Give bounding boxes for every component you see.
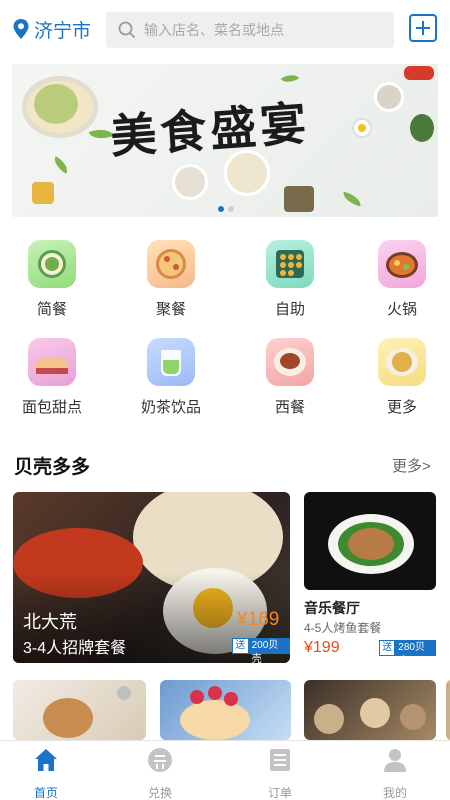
dessert-box-image: [284, 186, 314, 212]
carousel-dot: [228, 206, 234, 212]
shell-bonus-tag: 送 200贝壳: [232, 638, 290, 663]
search-placeholder: 输入店名、菜名或地点: [144, 22, 284, 38]
search-input[interactable]: 输入店名、菜名或地点: [106, 12, 394, 48]
steak-plate-icon: [266, 338, 314, 386]
category-huoguo[interactable]: 火锅: [357, 240, 447, 319]
category-label: 奶茶饮品: [140, 399, 201, 416]
city-selector[interactable]: 济宁市: [12, 16, 91, 42]
deal-card-thumbnail[interactable]: [160, 680, 291, 740]
more-food-icon: [378, 338, 426, 386]
category-label: 西餐: [274, 399, 305, 416]
category-bread-dessert[interactable]: 面包甜点: [7, 338, 97, 417]
pizza-icon: [147, 240, 195, 288]
dish-image: [172, 164, 208, 200]
bottom-tab-bar: 首页 兑换 订单 我的: [0, 740, 450, 800]
category-label: 火锅: [386, 301, 417, 318]
tab-profile[interactable]: 我的: [360, 747, 430, 800]
exchange-icon: [148, 748, 172, 772]
deal-description: 3-4人招牌套餐: [23, 640, 127, 657]
deal-price: ¥169: [237, 609, 280, 630]
top-bar: 济宁市 输入店名、菜名或地点: [0, 0, 450, 60]
section-more-link[interactable]: 更多>: [392, 455, 431, 476]
tomato-image: [404, 66, 434, 80]
category-more[interactable]: 更多: [357, 338, 447, 417]
user-icon: [384, 749, 406, 772]
tab-label: 订单: [267, 786, 292, 800]
leaf-decoration: [341, 191, 363, 207]
restaurant-name: 北大荒: [23, 612, 77, 632]
drink-icon: [147, 338, 195, 386]
cake-icon: [28, 338, 76, 386]
carousel-dot-active: [218, 206, 224, 212]
banner-title: 美食盛宴: [108, 96, 312, 164]
deal-card-thumbnail[interactable]: [446, 680, 450, 740]
greens-bowl-image: [410, 114, 434, 142]
hotpot-icon: [378, 240, 426, 288]
tab-home[interactable]: 首页: [11, 747, 81, 800]
leaf-decoration: [280, 70, 300, 87]
tab-label: 我的: [382, 786, 407, 800]
category-tea-drinks[interactable]: 奶茶饮品: [126, 338, 216, 417]
deal-card-thumbnail[interactable]: [304, 680, 436, 740]
category-zizhu[interactable]: 自助: [245, 240, 335, 319]
city-name: 济宁市: [34, 20, 92, 42]
home-icon: [35, 749, 57, 771]
plate-icon: [28, 240, 76, 288]
shell-bonus-tag: 送 280贝壳: [379, 640, 436, 667]
section-title: 贝壳多多: [14, 457, 91, 478]
salad-image: [34, 84, 78, 124]
deal-card-featured[interactable]: 北大荒 3-4人招牌套餐 ¥169 送 200贝壳: [13, 492, 290, 663]
category-label: 聚餐: [155, 301, 186, 318]
deal-card-thumbnail[interactable]: [13, 680, 146, 740]
tab-label: 首页: [33, 786, 58, 800]
tab-exchange[interactable]: 兑换: [125, 747, 195, 800]
buffet-tray-icon: [266, 240, 314, 288]
restaurant-name: 音乐餐厅: [304, 600, 360, 616]
add-button[interactable]: [409, 14, 437, 42]
category-jucan[interactable]: 聚餐: [126, 240, 216, 319]
category-label: 简餐: [36, 301, 67, 318]
deal-description: 4-5人烤鱼套餐: [304, 621, 382, 635]
tab-label: 兑换: [147, 786, 172, 800]
deal-price: ¥199: [304, 639, 340, 656]
juice-glass-image: [32, 182, 54, 204]
promo-banner[interactable]: 美食盛宴: [12, 64, 438, 217]
category-label: 更多: [386, 399, 417, 416]
leaf-decoration: [50, 156, 72, 174]
category-label: 自助: [274, 301, 305, 318]
bowl-image: [374, 82, 404, 112]
category-jiancan[interactable]: 简餐: [7, 240, 97, 319]
deal-card[interactable]: 音乐餐厅 4-5人烤鱼套餐 ¥199 送 280贝壳: [304, 492, 436, 667]
tab-orders[interactable]: 订单: [245, 747, 315, 800]
search-icon: [118, 21, 136, 39]
category-western[interactable]: 西餐: [245, 338, 335, 417]
category-label: 面包甜点: [21, 399, 82, 416]
food-photo: [304, 492, 436, 590]
egg-yolk-image: [358, 124, 366, 132]
location-pin-icon: [13, 19, 29, 39]
orders-icon: [270, 749, 290, 771]
